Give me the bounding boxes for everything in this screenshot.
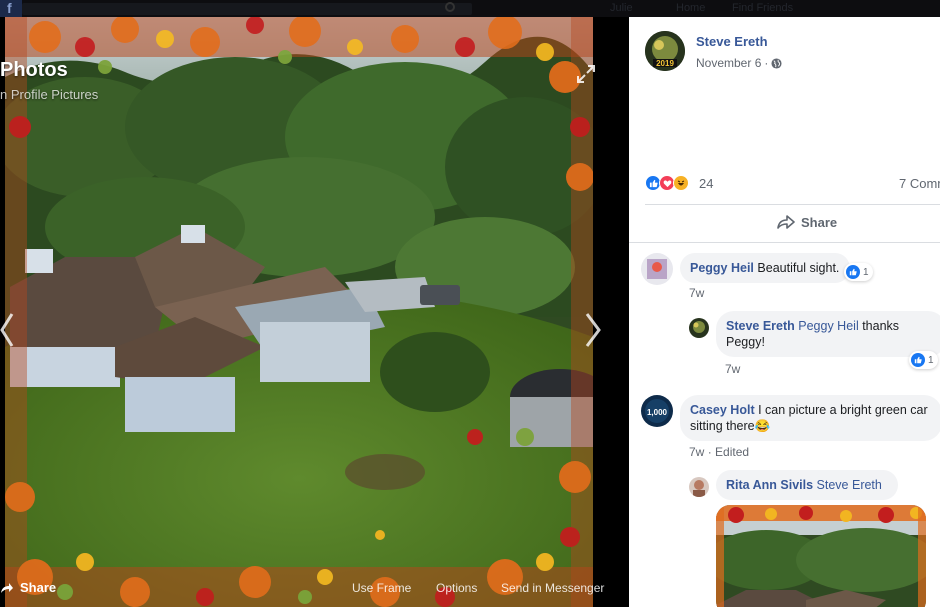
reply-timestamp[interactable]: 7w [725,362,740,376]
use-frame-button[interactable]: Use Frame [352,581,411,595]
send-in-messenger-button[interactable]: Send in Messenger [501,581,604,595]
divider [645,204,940,205]
facebook-logo-icon[interactable]: f [0,0,22,17]
comment-timestamp[interactable]: 7w [689,286,704,300]
share-icon [777,215,795,229]
comment-bubble: Peggy Heil Beautiful sight. [680,253,850,283]
commenter-name[interactable]: Peggy Heil [690,261,754,275]
comment-text: Beautiful sight. [757,261,840,275]
nav-home-link[interactable]: Home [676,2,705,14]
reaction-icons[interactable] [645,175,689,191]
replier-avatar-image [689,477,709,497]
post-sidebar: 2019 Steve Ereth November 6 · 24 7 Com S… [629,17,940,607]
share-arrow-icon [1,582,13,593]
meta-separator: · [764,56,769,70]
divider [629,242,940,243]
replier-avatar[interactable] [689,477,709,497]
meta-separator: · [707,445,712,459]
expand-icon[interactable] [576,64,596,84]
replier-name[interactable]: Steve Ereth [726,319,795,333]
reply-bubble: Rita Ann Sivils Steve Ereth [716,470,898,500]
avatar-badge-text: 1,000 [647,408,668,417]
comment-time[interactable]: 7w [689,445,704,459]
previous-photo-icon[interactable] [0,310,16,350]
search-icon[interactable] [445,2,455,12]
album-subtitle-link[interactable]: n Profile Pictures [0,87,98,102]
commenter-avatar-image [641,253,673,285]
profile-photo[interactable] [5,17,593,607]
post-date[interactable]: November 6 [696,56,761,70]
facebook-top-bar: f Julie Home Find Friends [0,0,940,17]
facebook-photo-viewer: f Julie Home Find Friends Photos n Profi… [0,0,940,607]
search-input[interactable] [22,3,472,15]
svg-text:2019: 2019 [656,59,674,68]
share-button[interactable]: Share [777,214,837,230]
comments-count-link[interactable]: 7 Comments [899,176,940,191]
nav-find-friends-link[interactable]: Find Friends [732,2,793,14]
replier-name[interactable]: Rita Ann Sivils [726,478,813,492]
like-icon [911,353,925,367]
comment-like-badge[interactable]: 1 [844,263,873,281]
photo-stage: Photos n Profile Pictures Share Use Fram… [0,17,629,607]
commenter-avatar-image: 1,000 [641,395,673,427]
commenter-name[interactable]: Casey Holt [690,403,755,417]
edited-label[interactable]: Edited [715,445,749,459]
reactions-summary: 24 7 Comments [645,175,940,195]
attached-photo-image [716,505,926,607]
photo-actions-bar: Share Use Frame Options Send in Messenge… [0,580,629,600]
photos-title: Photos [0,59,68,81]
reply-like-count: 1 [928,354,934,366]
options-button[interactable]: Options [436,581,477,595]
replier-avatar-image [689,318,709,338]
commenter-avatar[interactable]: 1,000 [641,395,673,427]
author-avatar-image: 2019 [645,31,685,71]
reply-like-badge[interactable]: 1 [909,351,938,369]
aerial-house-image [5,17,593,607]
tagged-user[interactable]: Steve Ereth [817,478,882,492]
commenter-avatar[interactable] [641,253,673,285]
post-author-name[interactable]: Steve Ereth [696,34,768,49]
next-photo-icon[interactable] [583,310,605,350]
tagged-user[interactable]: Peggy Heil [798,319,858,333]
post-header: 2019 Steve Ereth November 6 · [645,31,935,91]
globe-icon[interactable] [771,57,782,69]
post-meta: November 6 · [696,56,782,70]
haha-reaction-icon [673,175,689,191]
photo-share-button[interactable]: Share [0,580,56,595]
like-icon [846,265,860,279]
reply-photo-attachment[interactable] [716,505,926,607]
comment-bubble: Casey Holt I can picture a bright green … [680,395,940,441]
comment-like-count: 1 [863,266,869,278]
replier-avatar[interactable] [689,318,709,338]
share-label: Share [801,214,838,230]
author-avatar[interactable]: 2019 [645,31,685,71]
comment-timestamp: 7w · Edited [689,445,749,459]
reaction-count[interactable]: 24 [699,176,713,191]
nav-profile-link[interactable]: Julie [610,2,633,14]
photo-share-label: Share [20,580,57,595]
reply-bubble: Steve Ereth Peggy Heil thanks Peggy! [716,311,940,357]
